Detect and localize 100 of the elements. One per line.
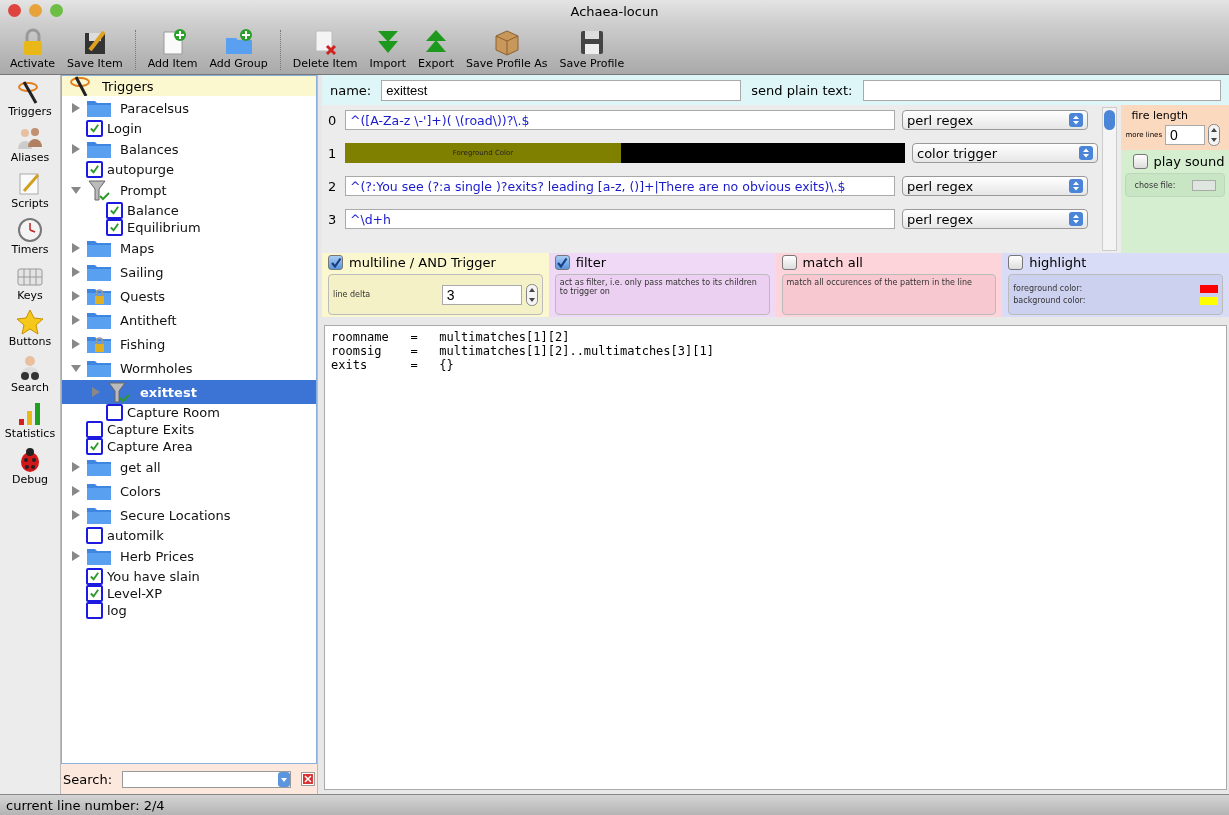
close-button[interactable]: [8, 4, 21, 17]
checkbox[interactable]: [1133, 154, 1149, 169]
view-button[interactable]: Keys: [16, 263, 44, 307]
tree-item-label[interactable]: Capture Area: [107, 439, 193, 454]
pattern-type-select[interactable]: perl regex: [902, 176, 1088, 196]
checkbox[interactable]: [86, 585, 103, 602]
pattern-field[interactable]: ^\d+h: [345, 209, 895, 229]
collapsed-arrow-icon[interactable]: [71, 291, 81, 301]
toolbar-button[interactable]: Save Profile: [555, 28, 629, 70]
stepper-icon[interactable]: [525, 283, 538, 306]
toolbar-button[interactable]: Add Item: [143, 28, 202, 70]
tree-item-label[interactable]: Prompt: [120, 182, 167, 198]
tree-item-label[interactable]: Balances: [120, 141, 179, 157]
checkbox[interactable]: [781, 255, 797, 270]
more-lines-field[interactable]: 0: [1165, 125, 1206, 145]
view-button[interactable]: Search: [11, 355, 49, 399]
checkbox[interactable]: [86, 568, 103, 585]
tree-item-label[interactable]: Balance: [127, 203, 179, 218]
toolbar-button[interactable]: Add Group: [205, 28, 272, 70]
stepper-icon[interactable]: [1208, 124, 1221, 146]
collapsed-arrow-icon[interactable]: [71, 486, 81, 496]
tree-item-label[interactable]: Level-XP: [107, 586, 163, 601]
up-down-arrows-icon[interactable]: [1069, 113, 1083, 127]
checkbox[interactable]: [86, 527, 103, 544]
collapsed-arrow-icon[interactable]: [71, 103, 81, 113]
view-button[interactable]: Buttons: [8, 309, 52, 353]
checkbox[interactable]: [86, 120, 103, 137]
tree-item-label[interactable]: automilk: [107, 528, 164, 543]
view-button[interactable]: Aliases: [10, 125, 50, 169]
tree-item-label[interactable]: Antitheft: [120, 312, 177, 328]
tree-item-label[interactable]: Equilibrium: [127, 220, 201, 235]
foreground-color-label: foreground color:: [1013, 284, 1083, 293]
checkbox[interactable]: [106, 202, 123, 219]
checkbox[interactable]: [328, 255, 343, 270]
collapsed-arrow-icon[interactable]: [71, 144, 81, 154]
tree-item-label[interactable]: get all: [120, 459, 161, 475]
expanded-arrow-icon[interactable]: [71, 185, 81, 195]
toolbar-button[interactable]: Import: [365, 28, 410, 70]
tree-item-label[interactable]: Login: [107, 121, 143, 136]
collapsed-arrow-icon[interactable]: [71, 551, 81, 561]
tree-item-label[interactable]: autopurge: [107, 162, 175, 177]
view-button[interactable]: Triggers: [8, 79, 52, 123]
view-button[interactable]: Debug: [11, 447, 49, 491]
checkbox[interactable]: [86, 161, 103, 178]
checkbox[interactable]: [106, 219, 123, 236]
up-down-arrows-icon[interactable]: [1079, 146, 1093, 160]
checkbox[interactable]: [554, 255, 570, 270]
script-editor[interactable]: roomname = multimatches[1][2] roomsig = multimatches[1][2]..multimatches[3][1] exits = {}: [324, 325, 1227, 790]
scrollbar[interactable]: [1102, 107, 1118, 251]
tree-item-label[interactable]: Quests: [120, 288, 166, 304]
tree-item-label[interactable]: Capture Room: [127, 405, 220, 420]
tree-item-label[interactable]: Herb Prices: [120, 548, 194, 564]
toolbar-button[interactable]: Save Item: [63, 28, 127, 70]
toolbar-button[interactable]: Delete Item: [288, 28, 362, 70]
option-label: match all: [802, 255, 863, 270]
tree-item-label[interactable]: Maps: [120, 240, 155, 256]
expanded-arrow-icon[interactable]: [71, 363, 81, 373]
pattern-field[interactable]: ^(?:You see (?:a single )?exits? leading [a-z, ()]+|There are no obvious exits)\.$: [345, 176, 895, 196]
background-color-swatch[interactable]: [1200, 296, 1218, 305]
checkbox[interactable]: [106, 404, 123, 421]
tree-item-label[interactable]: Colors: [120, 483, 161, 499]
view-button[interactable]: Statistics: [4, 401, 56, 445]
pattern-type-select[interactable]: perl regex: [902, 209, 1088, 229]
view-button[interactable]: Scripts: [11, 171, 49, 215]
pattern-type-select[interactable]: perl regex: [902, 110, 1088, 130]
name-field[interactable]: exittest: [381, 79, 742, 101]
collapsed-arrow-icon[interactable]: [71, 243, 81, 253]
collapsed-arrow-icon[interactable]: [71, 339, 81, 349]
collapsed-arrow-icon[interactable]: [71, 267, 81, 277]
search-field[interactable]: [122, 770, 292, 788]
tree-item-label[interactable]: Capture Exits: [107, 422, 195, 437]
up-down-arrows-icon[interactable]: [1069, 179, 1083, 193]
tree-item-label[interactable]: log: [107, 603, 127, 618]
plain-text-field[interactable]: [862, 79, 1221, 101]
up-down-arrows-icon[interactable]: [1069, 212, 1083, 226]
tree-item-label[interactable]: Paracelsus: [120, 100, 190, 116]
tree-item-label[interactable]: Sailing: [120, 264, 164, 280]
collapsed-arrow-icon[interactable]: [71, 315, 81, 325]
pattern-field[interactable]: ^([A-Za-z \-']+)( \(road\))?\.$: [345, 110, 895, 130]
tree-item-label[interactable]: Fishing: [120, 336, 166, 352]
tree-item-label[interactable]: Wormholes: [120, 360, 193, 376]
toolbar-button[interactable]: Save Profile As: [462, 28, 552, 70]
chose-file-button[interactable]: [1191, 179, 1216, 191]
tree-item-label[interactable]: Secure Locations: [120, 507, 231, 523]
collapsed-arrow-icon[interactable]: [71, 510, 81, 520]
foreground-color-swatch[interactable]: [1200, 284, 1218, 293]
checkbox[interactable]: [86, 602, 103, 619]
tree-item-label[interactable]: You have slain: [107, 569, 200, 584]
checkbox[interactable]: [1008, 255, 1024, 270]
collapsed-arrow-icon[interactable]: [71, 462, 81, 472]
toolbar-button[interactable]: Activate: [6, 28, 60, 70]
close-icon[interactable]: [301, 772, 315, 786]
file-field[interactable]: chose file:: [1125, 173, 1225, 197]
view-button[interactable]: Timers: [11, 217, 49, 261]
line-delta-field[interactable]: 3: [441, 284, 522, 305]
pattern-type-select[interactable]: color trigger: [912, 143, 1098, 163]
toolbar-button[interactable]: Export: [414, 28, 458, 70]
checkbox[interactable]: [86, 438, 103, 455]
checkbox[interactable]: [86, 421, 103, 438]
tree-item-label[interactable]: exittest: [140, 384, 197, 400]
